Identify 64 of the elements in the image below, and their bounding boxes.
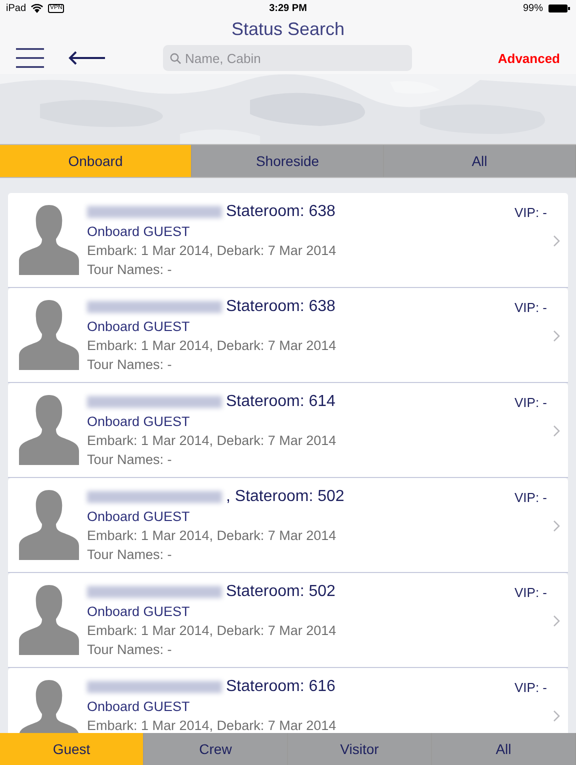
guest-status: Onboard GUEST [87, 318, 191, 336]
stateroom-text: , Stateroom: 502 [226, 488, 344, 506]
filter-tab[interactable]: Onboard [0, 145, 192, 177]
filter-tab[interactable]: All [384, 145, 576, 177]
embark-dates: Embark: 1 Mar 2014, Debark: 7 Mar 2014 [87, 337, 336, 355]
vip-text: VIP: - [514, 490, 547, 505]
vip-text: VIP: - [514, 585, 547, 600]
tour-names: Tour Names: - [87, 356, 173, 374]
chevron-right-icon [553, 615, 560, 627]
vip-text: VIP: - [514, 205, 547, 220]
chevron-right-icon [553, 235, 560, 247]
guest-status: Onboard GUEST [87, 413, 191, 431]
battery-percent: 99% [522, 2, 543, 14]
stateroom-text: Stateroom: 502 [226, 583, 336, 601]
stateroom-text: Stateroom: 616 [226, 678, 336, 696]
chevron-right-icon [553, 425, 560, 437]
back-arrow-icon[interactable] [68, 51, 106, 65]
person-silhouette-icon [19, 203, 79, 275]
guest-card[interactable]: Stateroom: 502 Onboard GUEST Embark: 1 Mar 2014, Debark: 7 Mar 2014 Tour Names: - VIP: - [8, 573, 568, 668]
embark-dates: Embark: 1 Mar 2014, Debark: 7 Mar 2014 [87, 242, 336, 260]
category-tab[interactable]: Guest [0, 733, 144, 765]
guest-card[interactable]: , Stateroom: 502 Onboard GUEST Embark: 1 Mar 2014, Debark: 7 Mar 2014 Tour Names: - VIP: - [8, 478, 568, 573]
battery-icon [548, 4, 570, 12]
category-tab[interactable]: Crew [144, 733, 288, 765]
embark-dates: Embark: 1 Mar 2014, Debark: 7 Mar 2014 [87, 622, 336, 640]
guest-card[interactable]: Stateroom: 638 Onboard GUEST Embark: 1 Mar 2014, Debark: 7 Mar 2014 Tour Names: - VIP: - [8, 193, 568, 288]
guest-status: Onboard GUEST [87, 508, 191, 526]
chevron-right-icon [553, 710, 560, 722]
embark-dates: Embark: 1 Mar 2014, Debark: 7 Mar 2014 [87, 527, 338, 545]
tour-names: Tour Names: - [87, 641, 173, 659]
wifi-icon [31, 4, 44, 12]
filter-tab[interactable]: Shoreside [192, 145, 384, 177]
person-silhouette-icon [19, 488, 79, 560]
guest-status: Onboard GUEST [87, 603, 191, 621]
person-silhouette-icon [19, 393, 79, 465]
guest-status: Onboard GUEST [87, 223, 191, 241]
person-silhouette-icon [19, 583, 79, 655]
stateroom-text: Stateroom: 614 [226, 393, 336, 411]
advanced-link[interactable]: Advanced [498, 50, 560, 66]
vip-text: VIP: - [514, 300, 547, 315]
guest-status: Onboard GUEST [87, 698, 191, 716]
search-field[interactable]: Name, Cabin [163, 45, 412, 71]
vip-text: VIP: - [514, 395, 547, 410]
menu-icon[interactable] [16, 48, 44, 68]
chevron-right-icon [553, 330, 560, 342]
category-tab[interactable]: Visitor [288, 733, 432, 765]
chevron-right-icon [553, 520, 560, 532]
clock-time: 3:29 PM [269, 2, 307, 14]
search-icon [170, 53, 181, 64]
guest-card[interactable]: Stateroom: 616 Onboard GUEST Embark: 1 Mar 2014, Debark: 7 Mar 2014 VIP: - [8, 668, 568, 733]
guest-card[interactable]: Stateroom: 638 Onboard GUEST Embark: 1 Mar 2014, Debark: 7 Mar 2014 Tour Names: - VIP: - [8, 288, 568, 383]
person-silhouette-icon [19, 298, 79, 370]
device-name: iPad [6, 2, 26, 14]
stateroom-text: Stateroom: 638 [226, 298, 336, 316]
guest-card[interactable]: Stateroom: 614 Onboard GUEST Embark: 1 Mar 2014, Debark: 7 Mar 2014 Tour Names: - VIP: - [8, 383, 568, 478]
screen-title: Status Search [231, 18, 345, 40]
vip-text: VIP: - [514, 680, 547, 695]
embark-dates: Embark: 1 Mar 2014, Debark: 7 Mar 2014 [87, 717, 336, 733]
tour-names: Tour Names: - [87, 261, 173, 279]
category-tab[interactable]: All [432, 733, 576, 765]
tour-names: Tour Names: - [87, 546, 173, 564]
tour-names: Tour Names: - [87, 451, 173, 469]
stateroom-text: Stateroom: 638 [226, 203, 336, 221]
embark-dates: Embark: 1 Mar 2014, Debark: 7 Mar 2014 [87, 432, 336, 450]
